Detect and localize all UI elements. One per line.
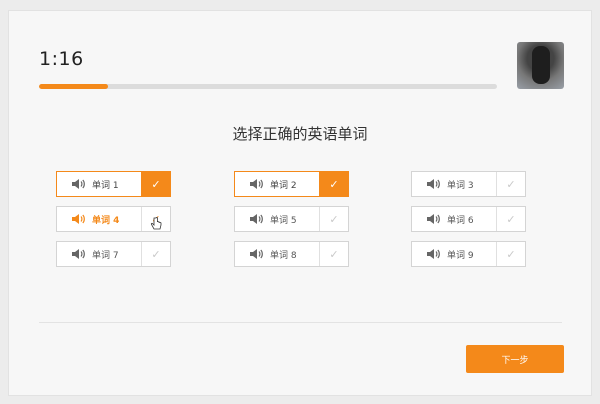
word-option-4[interactable]: 单词 4 ✓ — [56, 206, 171, 232]
next-button[interactable]: 下一步 — [466, 345, 564, 373]
speaker-icon[interactable] — [71, 213, 85, 225]
word-option-5[interactable]: 单词 5 ✓ — [234, 206, 349, 232]
word-option-8[interactable]: 单词 8 ✓ — [234, 241, 349, 267]
checkmark-icon[interactable]: ✓ — [141, 242, 170, 266]
word-play-area[interactable]: 单词 4 — [57, 207, 141, 231]
hand-cursor-icon — [150, 217, 162, 231]
word-option-1[interactable]: 单词 1 ✓ — [56, 171, 171, 197]
avatar-silhouette — [532, 46, 550, 84]
speaker-icon[interactable] — [71, 248, 85, 260]
word-label: 单词 3 — [447, 180, 474, 191]
footer-divider — [39, 322, 562, 323]
word-option-9[interactable]: 单词 9 ✓ — [411, 241, 526, 267]
speaker-icon[interactable] — [249, 248, 263, 260]
checkmark-icon[interactable]: ✓ — [496, 242, 525, 266]
word-play-area[interactable]: 单词 8 — [235, 242, 319, 266]
checkmark-icon[interactable]: ✓ — [319, 242, 348, 266]
word-play-area[interactable]: 单词 6 — [412, 207, 496, 231]
word-label: 单词 4 — [92, 215, 120, 226]
countdown-timer: 1:16 — [39, 48, 84, 70]
word-option-7[interactable]: 单词 7 ✓ — [56, 241, 171, 267]
checkmark-icon[interactable]: ✓ — [141, 207, 170, 231]
word-play-area[interactable]: 单词 7 — [57, 242, 141, 266]
word-label: 单词 9 — [447, 250, 474, 261]
word-label: 单词 5 — [270, 215, 297, 226]
word-option-3[interactable]: 单词 3 ✓ — [411, 171, 526, 197]
speaker-icon[interactable] — [426, 248, 440, 260]
word-play-area[interactable]: 单词 2 — [235, 172, 319, 196]
progress-fill — [39, 84, 108, 89]
word-play-area[interactable]: 单词 1 — [57, 172, 141, 196]
word-play-area[interactable]: 单词 3 — [412, 172, 496, 196]
word-play-area[interactable]: 单词 9 — [412, 242, 496, 266]
word-option-6[interactable]: 单词 6 ✓ — [411, 206, 526, 232]
user-avatar — [517, 42, 564, 89]
progress-bar — [39, 84, 497, 89]
speaker-icon[interactable] — [426, 178, 440, 190]
checkmark-icon[interactable]: ✓ — [319, 172, 348, 196]
checkmark-icon[interactable]: ✓ — [496, 207, 525, 231]
checkmark-icon[interactable]: ✓ — [319, 207, 348, 231]
word-label: 单词 6 — [447, 215, 474, 226]
word-play-area[interactable]: 单词 5 — [235, 207, 319, 231]
question-prompt: 选择正确的英语单词 — [232, 125, 368, 143]
word-label: 单词 2 — [270, 180, 297, 191]
speaker-icon[interactable] — [249, 213, 263, 225]
word-label: 单词 7 — [92, 250, 119, 261]
speaker-icon[interactable] — [71, 178, 85, 190]
speaker-icon[interactable] — [249, 178, 263, 190]
checkmark-icon[interactable]: ✓ — [141, 172, 170, 196]
checkmark-icon[interactable]: ✓ — [496, 172, 525, 196]
word-label: 单词 8 — [270, 250, 297, 261]
speaker-icon[interactable] — [426, 213, 440, 225]
word-option-2[interactable]: 单词 2 ✓ — [234, 171, 349, 197]
quiz-card: 1:16 选择正确的英语单词 单词 1 ✓ 单词 2 ✓ 单词 3 ✓ 单词 4 ✓ 单词 5 ✓… — [8, 10, 592, 396]
word-label: 单词 1 — [92, 180, 119, 191]
